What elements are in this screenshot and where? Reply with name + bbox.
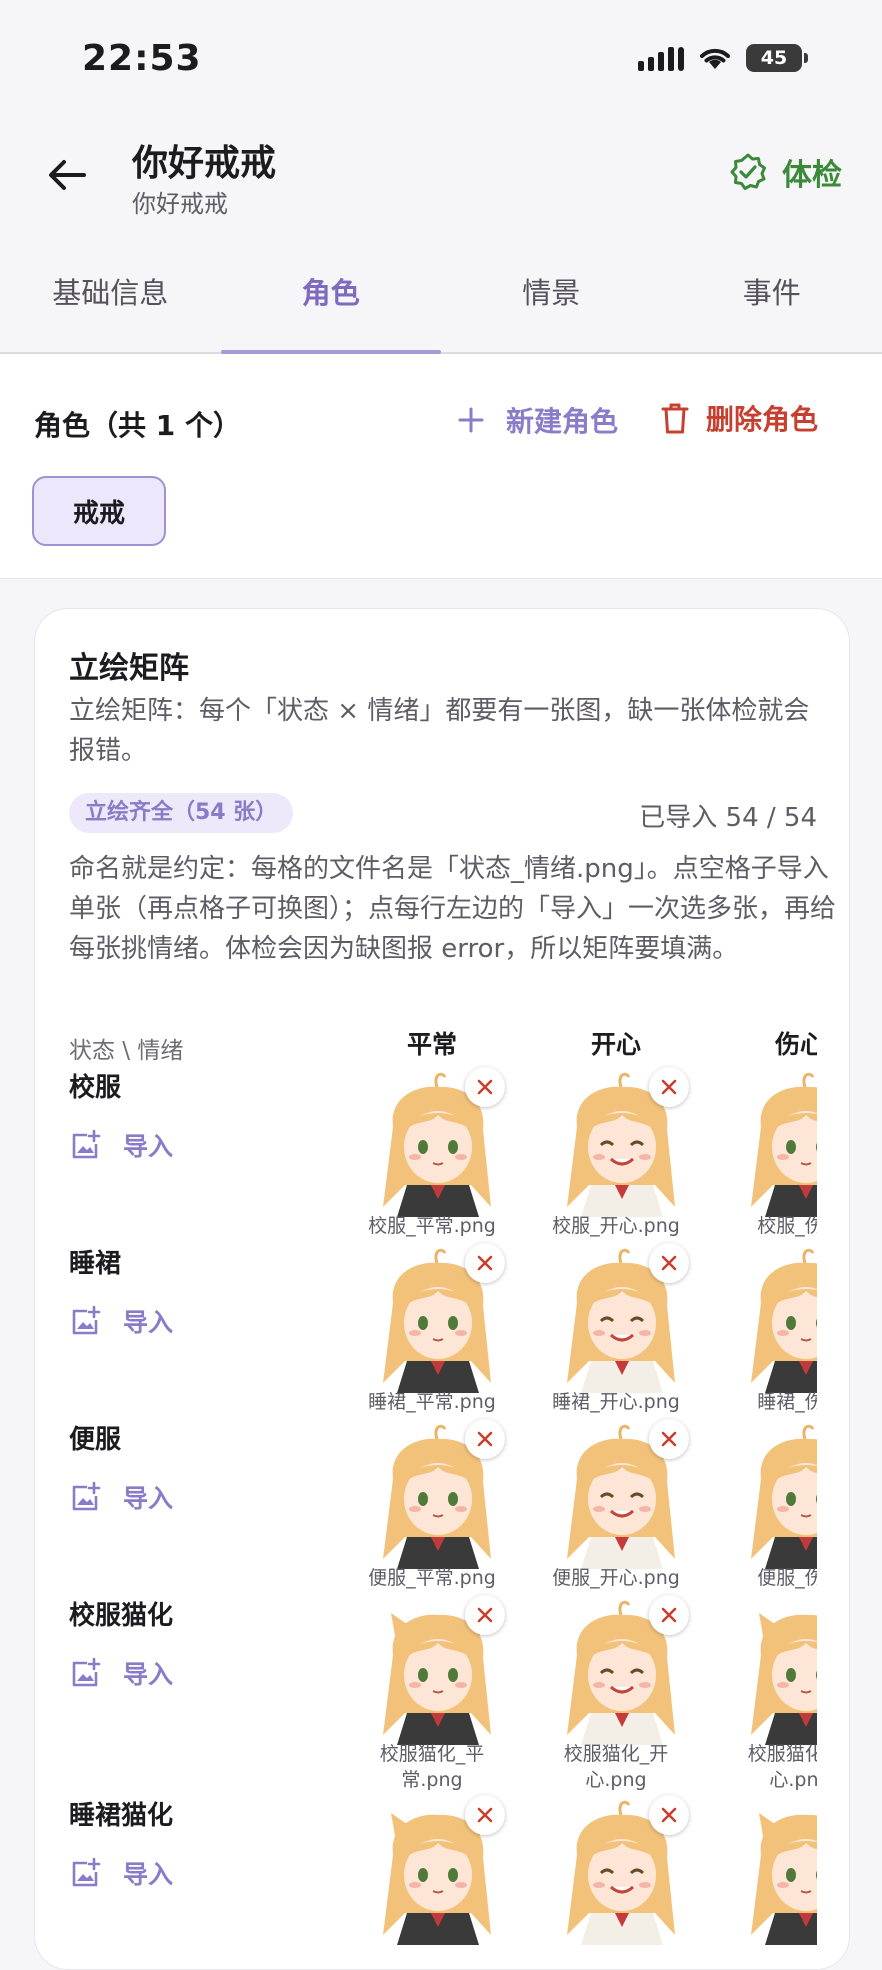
trash-icon	[660, 401, 690, 435]
battery-icon: 45	[746, 44, 802, 72]
portrait-matrix: 状态 \ 情绪 平常 开心 伤心 校服导入校服_平常.png校服_开心.png校…	[35, 1019, 849, 1969]
portrait-filename: 便服_开心.png	[541, 1565, 691, 1591]
portrait-filename: 校服_平常.png	[357, 1213, 507, 1239]
remove-portrait-button[interactable]	[465, 1795, 505, 1835]
portrait-filename: 便服_平常.png	[357, 1565, 507, 1591]
role-count-label: 角色（共 1 个）	[34, 404, 241, 444]
portrait-filename: 睡裙_平常.png	[357, 1389, 507, 1415]
checkup-button[interactable]: 体检	[728, 150, 842, 194]
close-icon	[475, 1605, 495, 1625]
remove-portrait-button[interactable]	[465, 1595, 505, 1635]
role-section: 角色（共 1 个） 新建角色 删除角色 戒戒	[0, 354, 882, 579]
add-image-icon	[69, 1481, 101, 1513]
close-icon	[475, 1253, 495, 1273]
tab-basic-info[interactable]: 基础信息	[0, 240, 221, 352]
add-image-icon	[69, 1657, 101, 1689]
row-import-label: 导入	[123, 1127, 173, 1163]
delete-role-button[interactable]: 删除角色	[660, 398, 818, 438]
scroll-edge	[817, 1019, 849, 1969]
column-header: 开心	[541, 1025, 691, 1061]
tab-events[interactable]: 事件	[662, 240, 882, 352]
imported-count: 已导入 54 / 54	[639, 797, 817, 834]
row-state-label: 校服猫化	[69, 1595, 173, 1632]
remove-portrait-button[interactable]	[649, 1595, 689, 1635]
portrait-filename: 校服_开心.png	[541, 1213, 691, 1239]
row-import-label: 导入	[123, 1303, 173, 1339]
close-icon	[659, 1429, 679, 1449]
portrait-filename: 睡裙_开心.png	[541, 1389, 691, 1415]
row-state-label: 便服	[69, 1419, 121, 1456]
delete-role-label: 删除角色	[706, 398, 818, 438]
column-header: 平常	[357, 1025, 507, 1061]
plus-icon	[456, 405, 486, 435]
close-icon	[475, 1429, 495, 1449]
back-arrow-icon[interactable]	[42, 150, 92, 200]
status-badge: 立绘齐全（54 张）	[69, 793, 293, 833]
status-time: 22:53	[82, 38, 202, 79]
page-subtitle: 你好戒戒	[132, 184, 228, 219]
close-icon	[659, 1605, 679, 1625]
row-state-label: 校服	[69, 1067, 121, 1104]
matrix-corner-label: 状态 \ 情绪	[69, 1031, 183, 1065]
row-import-label: 导入	[123, 1479, 173, 1515]
card-description: 立绘矩阵：每个「状态 × 情绪」都要有一张图，缺一张体检就会报错。	[69, 691, 829, 771]
close-icon	[475, 1805, 495, 1825]
signal-icon	[638, 45, 684, 71]
status-icons: 45	[638, 44, 802, 72]
portrait-filename: 校服猫化_平常.png	[357, 1741, 507, 1793]
close-icon	[659, 1805, 679, 1825]
tab-roles[interactable]: 角色	[221, 240, 442, 352]
portrait-filename: 校服猫化_开心.png	[541, 1741, 691, 1793]
checkup-label: 体检	[782, 150, 842, 194]
remove-portrait-button[interactable]	[465, 1419, 505, 1459]
remove-portrait-button[interactable]	[465, 1243, 505, 1283]
tab-scenes[interactable]: 情景	[441, 240, 662, 352]
remove-portrait-button[interactable]	[649, 1243, 689, 1283]
role-chip[interactable]: 戒戒	[32, 476, 166, 546]
row-import-button[interactable]: 导入	[69, 1855, 173, 1891]
wifi-icon	[698, 45, 732, 71]
naming-hint: 命名就是约定：每格的文件名是「状态_情绪.png」。点空格子导入单张（再点格子可…	[69, 849, 839, 969]
verified-badge-icon	[728, 152, 768, 192]
add-image-icon	[69, 1857, 101, 1889]
new-role-label: 新建角色	[506, 400, 618, 440]
row-import-button[interactable]: 导入	[69, 1655, 173, 1691]
status-bar: 22:53 45	[0, 0, 882, 120]
row-import-button[interactable]: 导入	[69, 1127, 173, 1163]
close-icon	[659, 1077, 679, 1097]
add-image-icon	[69, 1305, 101, 1337]
row-state-label: 睡裙	[69, 1243, 121, 1280]
close-icon	[659, 1253, 679, 1273]
row-state-label: 睡裙猫化	[69, 1795, 173, 1832]
row-import-label: 导入	[123, 1655, 173, 1691]
remove-portrait-button[interactable]	[649, 1067, 689, 1107]
app-bar: 你好戒戒 你好戒戒 体检	[0, 120, 882, 240]
new-role-button[interactable]: 新建角色	[456, 400, 618, 440]
row-import-button[interactable]: 导入	[69, 1479, 173, 1515]
remove-portrait-button[interactable]	[649, 1419, 689, 1459]
add-image-icon	[69, 1129, 101, 1161]
row-import-button[interactable]: 导入	[69, 1303, 173, 1339]
remove-portrait-button[interactable]	[649, 1795, 689, 1835]
close-icon	[475, 1077, 495, 1097]
row-import-label: 导入	[123, 1855, 173, 1891]
remove-portrait-button[interactable]	[465, 1067, 505, 1107]
tab-bar: 基础信息 角色 情景 事件	[0, 240, 882, 354]
portrait-matrix-card: 立绘矩阵 立绘矩阵：每个「状态 × 情绪」都要有一张图，缺一张体检就会报错。 立…	[34, 608, 850, 1970]
page-title: 你好戒戒	[132, 134, 276, 186]
card-title: 立绘矩阵	[69, 643, 189, 687]
